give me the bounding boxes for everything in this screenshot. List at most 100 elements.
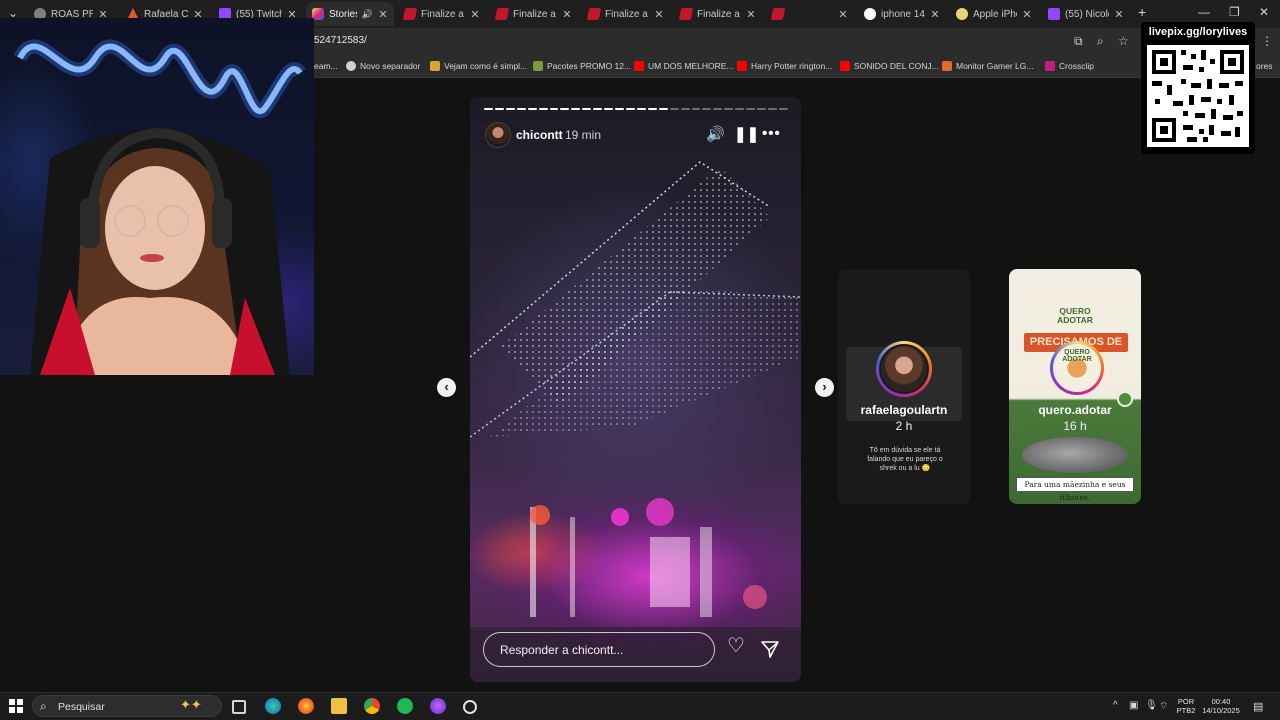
tab-label: iphone 14 p (881, 8, 925, 20)
close-icon[interactable]: ✕ (562, 8, 572, 21)
logo-line: ADOTAR (1062, 356, 1092, 363)
new-tab-button[interactable]: + (1138, 4, 1146, 20)
progress-segment (582, 108, 592, 110)
bookmark-4[interactable]: UM DOS MELHORE... (634, 61, 733, 71)
close-icon[interactable]: ✕ (378, 8, 388, 21)
like-heart-icon[interactable]: ♡ (727, 636, 745, 656)
progress-segment (767, 108, 777, 110)
url-field[interactable]: 524712583/ (314, 35, 367, 46)
qr-code-icon (1147, 45, 1249, 147)
bookmark-label: SONIDO DEL CONJ... (854, 61, 939, 71)
progress-segment (636, 108, 646, 110)
bookmark-label: Novo separador (360, 61, 421, 71)
progress-segment (658, 108, 668, 110)
send-icon[interactable] (761, 640, 779, 658)
tab-6[interactable]: Finalize a su ✕ (582, 2, 670, 26)
progress-segment (484, 108, 493, 110)
bookmark-0[interactable]: eam... (314, 61, 338, 71)
webcam-overlay (0, 18, 314, 375)
logo-line: QUERO (1064, 349, 1090, 356)
bookmark-1[interactable]: Novo separador (346, 61, 420, 71)
pause-icon[interactable]: ❚❚ (734, 127, 759, 143)
shop-icon (402, 8, 418, 20)
preview-username: quero.adotar (1038, 403, 1112, 417)
install-app-icon[interactable]: ⧉ (1074, 34, 1083, 49)
close-window-icon[interactable]: ✕ (1259, 5, 1269, 19)
progress-segment (593, 108, 603, 110)
bookmark-7[interactable]: Monitor Gamer LG... (942, 61, 1033, 71)
shop-icon (494, 8, 510, 20)
edge-icon[interactable] (265, 698, 281, 714)
tab-3-active[interactable]: Stories • 🔊 ✕ (306, 2, 394, 26)
story-media (470, 161, 801, 682)
tab-label: Finalize a su (421, 8, 465, 20)
close-icon[interactable]: ✕ (746, 8, 756, 21)
tab-9[interactable]: iphone 14 p ✕ (858, 2, 946, 26)
store-icon (956, 8, 968, 20)
tab-11[interactable]: (55) NicoleD ✕ (1042, 2, 1130, 26)
close-icon[interactable]: ✕ (838, 8, 848, 21)
bookmark-6[interactable]: SONIDO DEL CONJ... (840, 61, 939, 71)
tab-4[interactable]: Finalize a su ✕ (398, 2, 486, 26)
tab-label: Stories • (329, 8, 357, 20)
zoom-icon[interactable]: ⌕ (1097, 34, 1104, 49)
more-options-icon[interactable]: ••• (762, 126, 781, 142)
windows-start-icon[interactable] (9, 699, 23, 713)
bookmark-label: eam... (314, 61, 338, 71)
progress-segment (757, 108, 766, 110)
clock-date: 14/10/2025 (1202, 706, 1240, 715)
task-view-icon[interactable] (232, 700, 246, 714)
tab-7[interactable]: Finalize a su ✕ (674, 2, 762, 26)
obs-icon[interactable] (463, 700, 477, 714)
chrome-icon[interactable] (364, 698, 380, 714)
story-author-avatar[interactable] (485, 122, 511, 148)
firefox-icon[interactable] (298, 698, 314, 714)
microphone-icon[interactable]: 🎙 (1145, 700, 1158, 711)
progress-segment (505, 108, 515, 110)
next-story-button[interactable]: › (815, 378, 834, 397)
tray-chevron-icon[interactable]: ^ (1113, 700, 1118, 711)
file-explorer-icon[interactable] (331, 698, 347, 714)
avatar-logo-text: QUERO ADOTAR (1058, 349, 1096, 363)
site-icon (430, 61, 440, 71)
app-icon[interactable] (430, 698, 446, 714)
preview-caption: Tô em dúvida se ele tá falando que eu pa… (867, 447, 943, 472)
tab-5[interactable]: Finalize a su ✕ (490, 2, 578, 26)
restore-icon[interactable]: ❐ (1229, 5, 1240, 19)
tab-8[interactable]: ✕ (766, 2, 854, 26)
close-icon[interactable]: ✕ (1022, 8, 1032, 21)
close-icon[interactable]: ✕ (1114, 8, 1124, 21)
close-icon[interactable]: ✕ (930, 8, 940, 21)
pin-icon (1117, 391, 1133, 407)
bookmark-9[interactable]: ores (1256, 61, 1273, 71)
bookmark-3[interactable]: Pacotes PROMO 12... (533, 61, 631, 71)
webcam-image (13, 39, 306, 375)
lang-line: PTB2 (1176, 706, 1196, 715)
logo-line: ADOTAR (1057, 315, 1093, 325)
bookmark-5[interactable]: Harry Potter rington... (737, 61, 832, 71)
close-icon[interactable]: ✕ (654, 8, 664, 21)
shop-icon (770, 8, 786, 20)
tab-10[interactable]: Apple iPhon ✕ (950, 2, 1038, 26)
tab-label: (55) NicoleD (1065, 8, 1109, 20)
story-author-username[interactable]: chicontt (516, 128, 563, 142)
progress-segment (625, 108, 635, 110)
tray-app-icon[interactable]: ▣ (1129, 700, 1138, 711)
minimize-icon[interactable]: — (1198, 5, 1210, 19)
keyboard-language[interactable]: POR PTB2 (1174, 697, 1198, 715)
progress-segment (549, 108, 559, 110)
bookmark-8[interactable]: Crossclip (1045, 61, 1094, 71)
previous-story-button[interactable]: ‹ (437, 378, 456, 397)
youtube-icon (634, 61, 644, 71)
bookmark-star-icon[interactable]: ☆ (1118, 34, 1129, 48)
close-icon[interactable]: ✕ (470, 8, 480, 21)
bookmark-2[interactable]: Vejam como é simpl... (430, 61, 527, 71)
wifi-icon[interactable]: ⌔ (1159, 700, 1168, 713)
speaker-icon[interactable]: 🔊 (362, 9, 373, 20)
story-viewer[interactable] (470, 97, 801, 682)
menu-kebab-icon[interactable]: ⋮ (1261, 34, 1273, 48)
clock[interactable]: 00:40 14/10/2025 (1198, 697, 1244, 715)
spotify-icon[interactable] (397, 698, 413, 714)
volume-icon[interactable]: 🔊 (706, 127, 725, 143)
notification-icon[interactable]: ▤ (1253, 700, 1263, 713)
